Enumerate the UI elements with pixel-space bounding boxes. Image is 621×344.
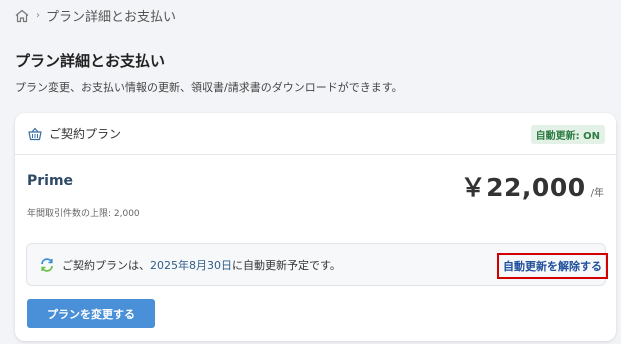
page-description: プラン変更、お支払い情報の更新、領収書/請求書のダウンロードができます。 xyxy=(15,81,403,94)
price-amount: ￥22,000 xyxy=(460,173,586,202)
renewal-text: ご契約プランは、2025年8月30日に自動更新予定です。 xyxy=(62,257,341,273)
transaction-limit: 年間取引件数の上限: 2,000 xyxy=(27,209,140,219)
renewal-text-after: に自動更新予定です。 xyxy=(232,258,341,272)
breadcrumb: › プラン詳細とお支払い xyxy=(14,6,176,25)
basket-icon xyxy=(28,127,42,140)
chevron-right-icon: › xyxy=(36,10,40,21)
change-plan-button[interactable]: プランを変更する xyxy=(27,299,155,328)
breadcrumb-current: プラン詳細とお支払い xyxy=(46,10,177,25)
page-title: プラン詳細とお支払い xyxy=(15,52,166,70)
renewal-notice: ご契約プランは、2025年8月30日に自動更新予定です。 自動更新を解除する xyxy=(26,243,608,286)
plan-price: ￥22,000 /年 xyxy=(461,168,604,204)
plan-card: ご契約プラン 自動更新: ON Prime ￥22,000 /年 年間取引件数の… xyxy=(15,113,616,341)
renewal-text-before: ご契約プランは、 xyxy=(62,258,150,272)
plan-name: Prime xyxy=(27,173,74,189)
card-header-title: ご契約プラン xyxy=(49,127,122,141)
sync-icon xyxy=(41,257,53,272)
home-icon[interactable] xyxy=(14,8,30,24)
card-header: ご契約プラン 自動更新: ON xyxy=(15,113,616,155)
price-unit: /年 xyxy=(590,188,604,199)
renewal-date: 2025年8月30日 xyxy=(150,258,232,272)
cancel-auto-renew-link[interactable]: 自動更新を解除する xyxy=(497,253,608,279)
auto-renew-badge: 自動更新: ON xyxy=(530,125,605,144)
